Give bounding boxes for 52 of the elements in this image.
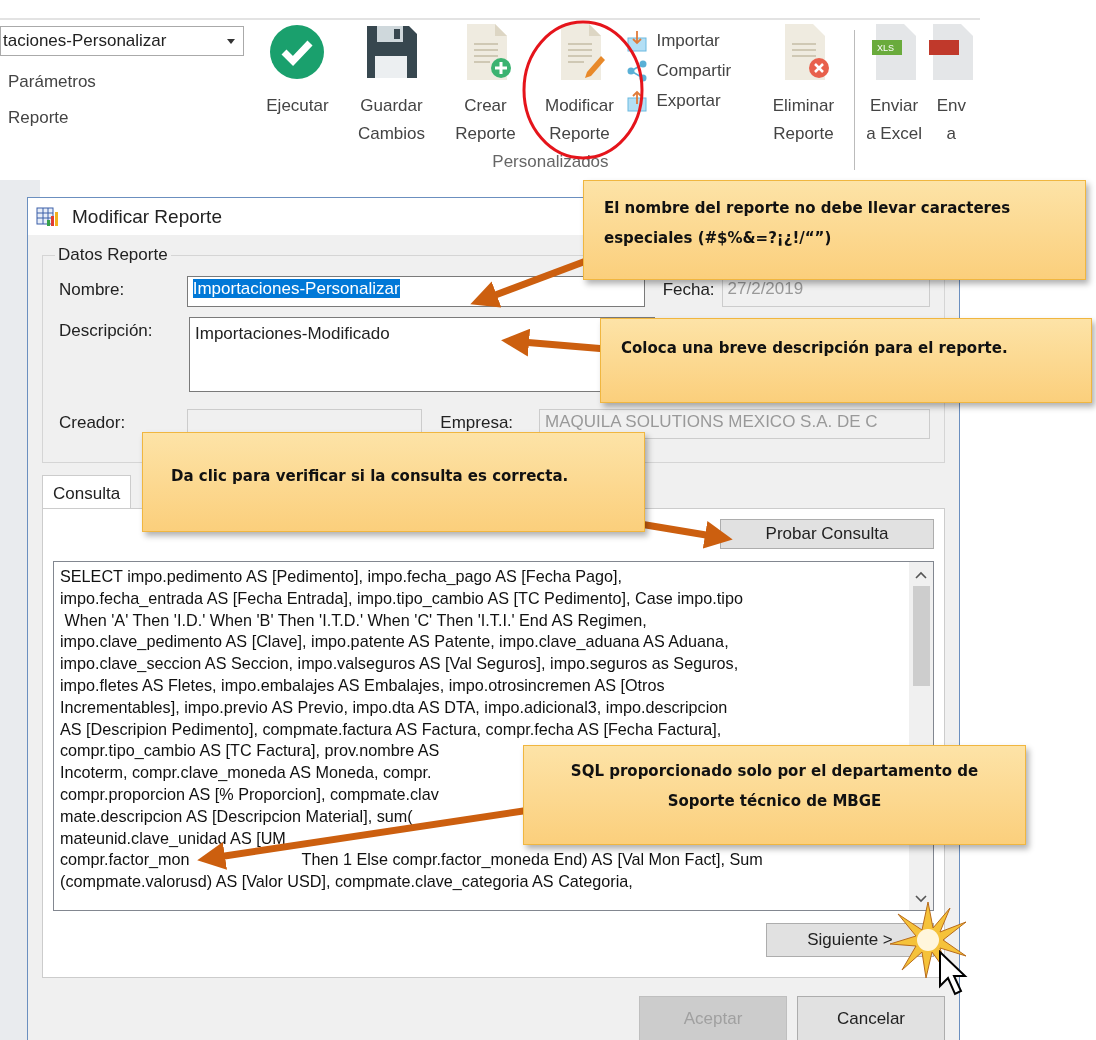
sql-line: impo.clave_pedimento AS [Clave], impo.patente AS Patente, impo.clave_aduana AS Aduana, — [60, 631, 729, 653]
scroll-down-icon — [914, 894, 928, 904]
ribbon-button[interactable]: Eliminar Reporte — [756, 20, 851, 150]
field-label: Fecha: — [662, 279, 716, 300]
scrollbar-thumb[interactable] — [912, 586, 930, 686]
sql-line: SELECT impo.pedimento AS [Pedimento], impo.fecha_pago AS [Fecha Pago], — [60, 566, 623, 587]
ribbon-button[interactable]: Crear Reporte — [438, 20, 533, 150]
report-dropdown[interactable]: taciones-Personalizar — [0, 26, 245, 56]
table-chart-icon — [36, 205, 60, 228]
group-title: Datos Reporte — [55, 245, 171, 265]
tab[interactable]: Consulta — [42, 475, 132, 508]
sql-line: Then 1 Else compr.factor_moneda End) AS [Val Mon Fact], Sum — [301, 849, 763, 871]
sql-line: compr.factor_mon — [60, 849, 190, 871]
callout-tooltip: Coloca una breve descripción para el reporte. — [600, 318, 1092, 403]
sql-line: impo.clave_seccion AS Seccion, impo.valseguros AS [Val Seguros], impo.seguros as Seguros, — [60, 653, 739, 675]
import-icon — [626, 30, 649, 52]
callout-tooltip: El nombre del reporte no debe llevar caracteres especiales (#$%&=?¡¿!/“”) — [583, 180, 1086, 280]
group-label: Personalizados — [492, 152, 609, 172]
sql-line: impo.fecha_entrada AS [Fecha Entrada], impo.tipo_cambio AS [TC Pedimento], Case impo.tipo — [60, 587, 743, 609]
cancel-button[interactable]: Cancelar — [797, 996, 945, 1040]
name-field[interactable]: Importaciones-Personalizar — [186, 276, 645, 307]
ribbon-link[interactable]: Parámetros — [8, 72, 245, 92]
sql-line: When 'A' Then 'I.D.' When 'B' Then 'I.T.D.' When 'C' Then 'I.T.I.' End AS Regimen, — [63, 609, 647, 631]
ribbon-button[interactable]: Ejecutar — [250, 20, 345, 122]
field-label: Descripción: — [59, 320, 154, 341]
selected-text: Importaciones-Personalizar — [192, 279, 400, 298]
sql-line: Incrementables], impo.previo AS Previo, impo.dta AS DTA, impo.adicional3, impo.descripcion — [60, 696, 728, 718]
sql-line: mate.descripcion AS [Descripcion Material], sum( — [60, 805, 413, 827]
export-icon — [626, 90, 649, 112]
ribbon-link[interactable]: Reporte — [8, 108, 245, 128]
ribbon-button[interactable]: Compartir — [626, 58, 757, 84]
sql-line: mateunid.clave_unidad AS [UM — [60, 827, 286, 849]
window-title: Modificar Reporte — [72, 205, 222, 228]
sql-line: AS [Descripion Pedimento], compmate.factura AS Factura, compr.fecha AS [Fecha Factura], — [60, 718, 722, 740]
ribbon-button[interactable]: Guardar Cambios — [344, 20, 439, 150]
caret-icon — [227, 38, 236, 44]
sql-line: Incoterm, compr.clave_moneda AS Moneda, compr. — [60, 762, 432, 784]
callout-tooltip: Da clic para verificar si la consulta es correcta. — [142, 432, 645, 532]
sql-line: compr.proporcion AS [% Proporcion], compmate.clav — [60, 783, 439, 805]
sql-line: (compmate.valorusd) AS [Valor USD], compmate.clave_categoria AS Categoria, — [60, 871, 633, 893]
share-icon — [626, 60, 649, 82]
callout-tooltip: SQL proporcionado solo por el departamento de Soporte técnico de MBGE — [523, 745, 1026, 845]
checkmark-icon — [269, 22, 326, 82]
field-label: Empresa: — [440, 412, 515, 433]
sql-line: impo.fletes AS Fletes, impo.embalajes AS Embalajes, impo.otrosincremen AS [Otros — [60, 675, 665, 696]
scroll-up-icon — [914, 570, 928, 580]
ribbon-button[interactable]: Exportar — [626, 88, 757, 114]
field-label: Creador: — [59, 412, 127, 433]
test-query-button[interactable]: Probar Consulta — [720, 519, 934, 549]
field-label: Nombre: — [59, 279, 126, 300]
sql-line: compr.tipo_cambio AS [TC Factura], prov.nombre AS — [60, 740, 440, 762]
ribbon-button[interactable]: Importar — [626, 28, 757, 54]
